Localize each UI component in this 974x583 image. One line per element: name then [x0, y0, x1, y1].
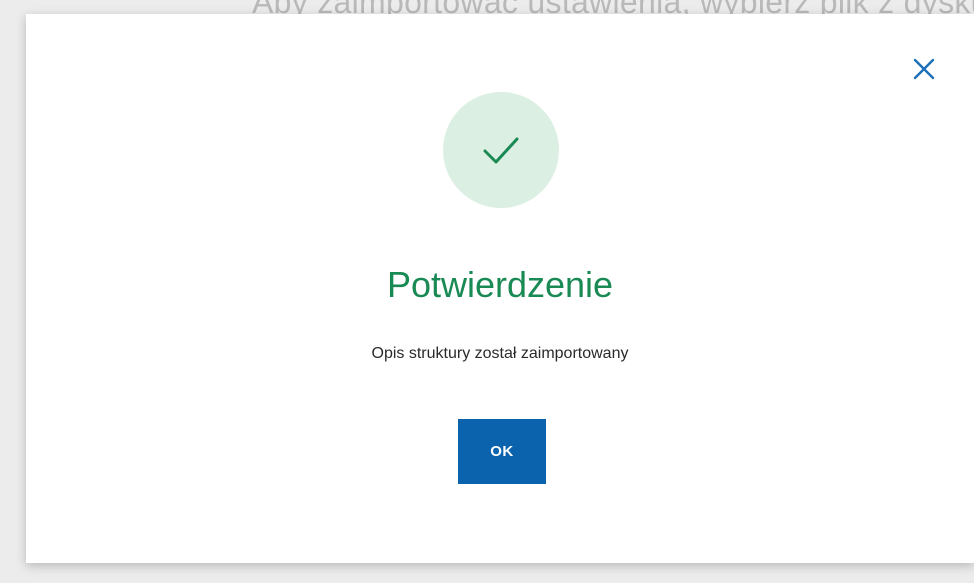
confirmation-dialog: Potwierdzenie Opis struktury został zaim… — [26, 14, 974, 563]
dialog-title: Potwierdzenie — [386, 264, 614, 305]
checkmark-icon — [483, 137, 519, 164]
success-icon-circle — [443, 92, 559, 208]
close-icon — [913, 58, 935, 80]
close-button[interactable] — [910, 55, 938, 83]
ok-button[interactable]: OK — [458, 419, 546, 484]
dialog-message: Opis struktury został zaimportowany — [371, 345, 629, 362]
